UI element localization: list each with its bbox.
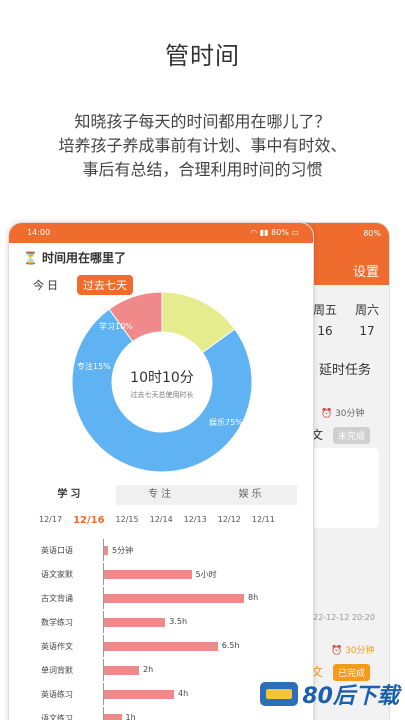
bar-value: 5分钟 <box>112 546 134 555</box>
bar-label: 古文背诵 <box>41 594 73 603</box>
task-timer: ⏰ 30分钟 <box>321 409 365 419</box>
logo-text: 80后下载 <box>302 684 399 709</box>
bar-value: 6.5h <box>221 641 240 650</box>
date-item[interactable]: 12/17 <box>39 515 62 526</box>
tab-today[interactable]: 今日 <box>33 277 61 293</box>
tab-study[interactable]: 学习 <box>25 485 116 505</box>
subtitle-line-2: 培养孩子养成事前有计划、事中有时效、 <box>58 136 347 155</box>
timer-text: 30分钟 <box>335 409 365 419</box>
bar-label: 语文家默 <box>41 570 73 579</box>
status-time: 14:00 <box>27 228 51 237</box>
bar <box>104 570 192 579</box>
usage-donut-chart: 10时10分 过去七天总使用时长 学习10% 专注15% 娱乐75% <box>69 289 255 475</box>
day-number: 17 <box>359 324 375 338</box>
site-logo: 80后下载 <box>260 678 399 710</box>
settings-button[interactable]: 设置 <box>353 261 379 280</box>
bar-label: 英语口语 <box>41 546 73 555</box>
status-icons: ◠ ▮▮ 80% ▭ <box>250 228 299 237</box>
timer-text: 30分钟 <box>345 646 375 656</box>
bar <box>104 594 244 603</box>
section-title-text: 时间用在哪里了 <box>41 251 126 265</box>
bar <box>104 642 218 651</box>
bar-row: 语文家默 5小时 <box>25 563 305 585</box>
bar-row: 英语口语 5分钟 <box>25 539 305 561</box>
bar-label: 数学练习 <box>41 618 73 627</box>
logo-icon <box>260 682 299 706</box>
date-item[interactable]: 12/15 <box>116 515 139 526</box>
bar-label: 英语作文 <box>41 642 73 651</box>
bar <box>104 714 122 720</box>
section-title: ⏳ 时间用在哪里了 <box>23 249 126 266</box>
bar <box>104 690 174 699</box>
day-number: 16 <box>317 324 333 338</box>
bar-label: 单词背默 <box>41 666 73 675</box>
bar-value: 5小时 <box>195 570 217 579</box>
day-friday[interactable]: 周五 16 <box>313 301 337 344</box>
bar-row: 语文练习 1h <box>25 707 305 720</box>
week-days: 周五 16 周六 17 <box>313 301 379 344</box>
bar <box>104 546 108 555</box>
battery-text: 80% <box>271 228 289 237</box>
day-saturday[interactable]: 周六 17 <box>355 301 379 344</box>
category-tabs: 学习 专注 娱乐 <box>25 485 297 505</box>
date-item[interactable]: 12/13 <box>184 515 207 526</box>
bar-row: 单词背默 2h <box>25 659 305 681</box>
slice-label-study: 学习10% <box>99 322 133 331</box>
subtitle-line-3: 事后有总结，合理利用时间的习惯 <box>82 160 323 179</box>
date-item[interactable]: 12/14 <box>150 515 173 526</box>
front-phone-screen: 14:00 ◠ ▮▮ 80% ▭ ⏳ 时间用在哪里了 今日 过去七天 10时10… <box>8 222 314 720</box>
subtitle-line-1: 知晓孩子每天的时间都用在哪儿了？ <box>74 112 331 131</box>
tab-fun[interactable]: 娱乐 <box>206 485 297 505</box>
bar-row: 数学练习 3.5h <box>25 611 305 633</box>
bar-row: 英语作文 6.5h <box>25 635 305 657</box>
day-name: 周六 <box>355 303 380 317</box>
bar-value: 3.5h <box>169 617 188 626</box>
date-item[interactable]: 12/11 <box>252 515 275 526</box>
delayed-tasks-title: 延时任务 <box>319 363 372 378</box>
task-timer-2: ⏰ 30分钟 <box>331 646 375 656</box>
page-headline: 管时间 <box>165 42 240 70</box>
total-time-caption: 过去七天总使用时长 <box>130 391 194 399</box>
date-item[interactable]: 12/12 <box>218 515 241 526</box>
bar-label: 英语练习 <box>41 690 73 699</box>
status-bar: 14:00 ◠ ▮▮ 80% ▭ <box>9 223 313 243</box>
hourglass-icon: ⏳ <box>23 250 38 265</box>
tab-focus[interactable]: 专注 <box>116 485 207 505</box>
bar <box>104 618 166 627</box>
bar-label: 语文练习 <box>41 714 73 720</box>
bar-row: 古文背诵 8h <box>25 587 305 609</box>
incomplete-badge: 未完成 <box>333 427 371 444</box>
day-name: 周五 <box>313 303 338 317</box>
bar-value: 8h <box>248 593 259 602</box>
bar-value: 4h <box>178 689 189 698</box>
date-selector: 12/17 12/16 12/15 12/14 12/13 12/12 12/1… <box>39 515 275 526</box>
bar-value: 1h <box>125 713 136 720</box>
back-battery-status: 80% <box>363 229 381 238</box>
slice-label-focus: 专注15% <box>77 362 111 371</box>
slice-label-fun: 娱乐75% <box>209 418 243 427</box>
bar <box>104 666 139 675</box>
bar-value: 2h <box>143 665 154 674</box>
date-item-selected[interactable]: 12/16 <box>73 515 104 526</box>
task-date: 22-12-12 20:20 <box>313 613 375 622</box>
